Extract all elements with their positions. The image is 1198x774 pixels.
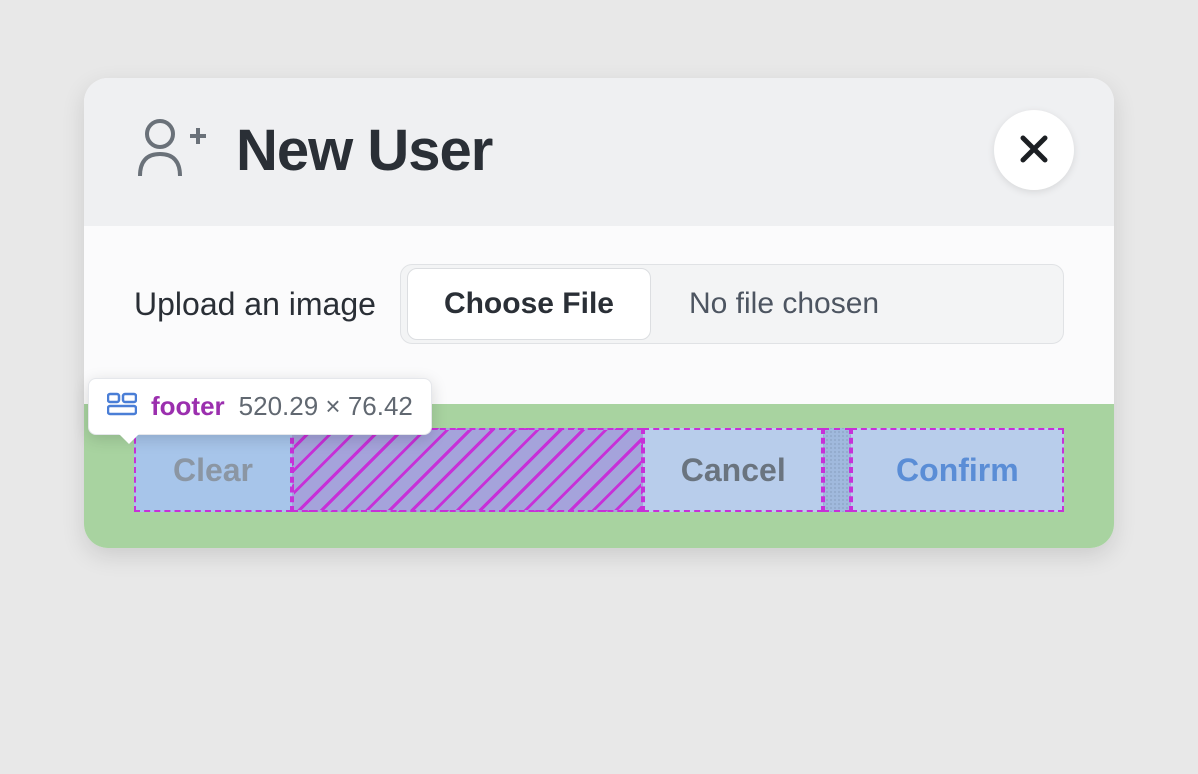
tooltip-dimensions: 520.29 × 76.42: [239, 391, 413, 422]
close-icon: [1016, 131, 1052, 170]
clear-button[interactable]: Clear: [134, 428, 292, 512]
flex-gap-overlay: [292, 428, 643, 512]
new-user-dialog: New User Upload an image Choose File No …: [84, 78, 1114, 548]
footer-flex-container: Clear Cancel Confirm: [134, 428, 1064, 512]
user-plus-icon: [134, 116, 208, 185]
flex-layout-icon: [107, 392, 137, 421]
dialog-header: New User: [84, 78, 1114, 226]
close-button[interactable]: [994, 110, 1074, 190]
upload-image-label: Upload an image: [134, 286, 376, 323]
dialog-title: New User: [236, 117, 994, 184]
file-chosen-status: No file chosen: [657, 287, 879, 321]
file-input[interactable]: Choose File No file chosen: [400, 264, 1064, 344]
margin-overlay: [823, 428, 851, 512]
confirm-button[interactable]: Confirm: [851, 428, 1064, 512]
tooltip-element-name: footer: [151, 391, 225, 422]
choose-file-button[interactable]: Choose File: [407, 268, 651, 340]
cancel-button[interactable]: Cancel: [643, 428, 823, 512]
devtools-element-tooltip: footer 520.29 × 76.42: [88, 378, 432, 435]
